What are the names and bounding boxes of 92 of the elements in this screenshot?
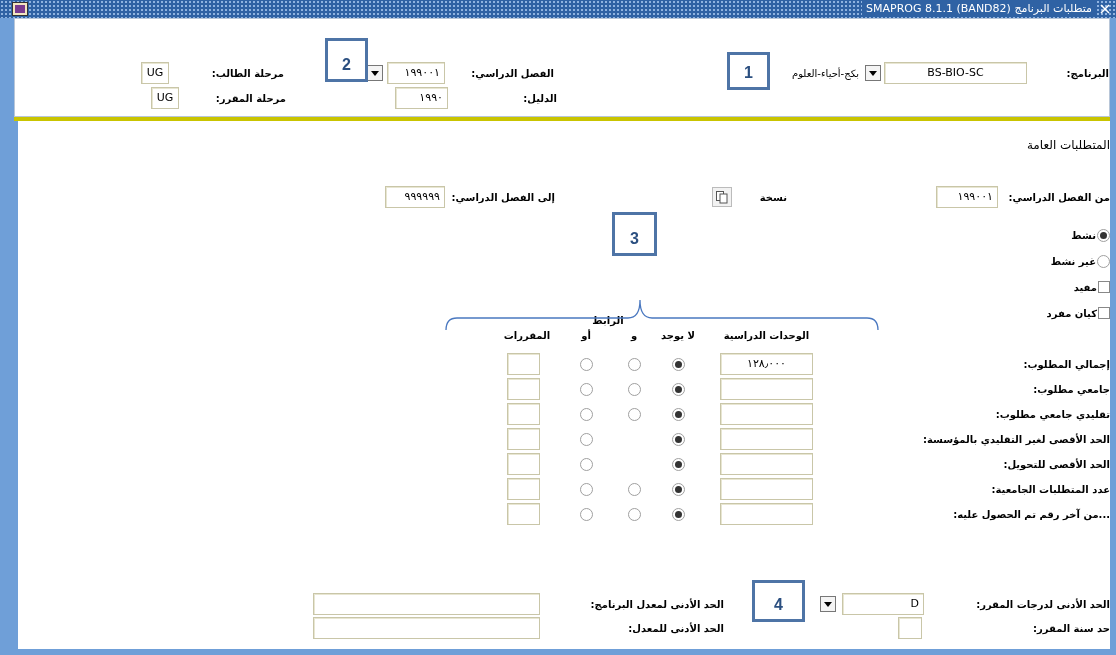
field-label: من الفصل الدراسي: xyxy=(1008,191,1110,203)
field-label: الحد الأدنى للمعدل: xyxy=(628,622,724,634)
radio-button[interactable] xyxy=(579,507,593,521)
field-label: حد سنة المقرر: xyxy=(1033,622,1110,634)
field-label: إجمالي المطلوب: xyxy=(1023,358,1110,370)
callout-marker: 3 xyxy=(612,212,657,256)
level-field[interactable]: UG xyxy=(141,62,169,84)
radio-button[interactable] xyxy=(579,482,593,496)
courses-field[interactable] xyxy=(507,378,540,400)
term-field[interactable]: ١٩٩٠٠١ xyxy=(387,62,445,84)
radio-button[interactable] xyxy=(579,457,593,471)
units-field[interactable]: ١٢٨٫٠٠٠ xyxy=(720,353,813,375)
callout-marker: 1 xyxy=(727,52,770,90)
radio-button[interactable] xyxy=(671,432,685,446)
group-header: الرابط xyxy=(592,314,624,328)
column-header: أو xyxy=(581,330,591,341)
courses-field[interactable] xyxy=(507,428,540,450)
field-label: الحد الأدنى لدرجات المقرر: xyxy=(976,598,1110,610)
catalog-field[interactable]: ١٩٩٠ xyxy=(395,87,448,109)
field-label: الدليل: xyxy=(523,92,557,104)
copy-button[interactable] xyxy=(712,187,732,207)
radio-button[interactable] xyxy=(627,407,641,421)
radio-button[interactable] xyxy=(671,457,685,471)
field-label: نسخة xyxy=(759,191,787,203)
courses-field[interactable] xyxy=(507,478,540,500)
checkbox[interactable] xyxy=(1098,307,1110,319)
level-field[interactable]: UG xyxy=(151,87,179,109)
field-label: الحد الأقصى لغير التقليدي بالمؤسسة: xyxy=(922,433,1110,445)
units-field[interactable] xyxy=(720,378,813,400)
units-field[interactable] xyxy=(720,453,813,475)
radio-button[interactable] xyxy=(627,357,641,371)
caret-icon xyxy=(869,70,877,76)
callout-marker: 2 xyxy=(325,38,368,82)
program-field[interactable]: BS-BIO-SC xyxy=(884,62,1027,84)
field-label: الفصل الدراسي: xyxy=(471,67,554,79)
radio-button[interactable] xyxy=(579,382,593,396)
units-field[interactable] xyxy=(720,503,813,525)
radio-button[interactable] xyxy=(671,382,685,396)
app-icon xyxy=(12,2,28,16)
column-header: المقررات xyxy=(503,330,551,341)
units-field[interactable] xyxy=(720,478,813,500)
field-label: البرنامج: xyxy=(1066,67,1109,79)
radio-button[interactable] xyxy=(671,407,685,421)
section-title: المتطلبات العامة xyxy=(1026,138,1110,152)
radio-button[interactable] xyxy=(671,357,685,371)
courses-field[interactable] xyxy=(507,403,540,425)
radio-button[interactable] xyxy=(579,357,593,371)
program-description: بكج-أحياء-العلوم xyxy=(790,66,859,81)
field-label: جامعي مطلوب: xyxy=(1033,383,1110,395)
column-header: و xyxy=(630,330,638,341)
checkbox-label: كيان مفرد xyxy=(1046,306,1097,321)
callout-marker: 4 xyxy=(752,580,805,622)
radio-button[interactable] xyxy=(671,482,685,496)
dropdown-button[interactable] xyxy=(865,65,881,81)
from-term-field[interactable]: ١٩٩٠٠١ xyxy=(936,186,998,208)
field-label: الحد الأدنى لمعدل البرنامج: xyxy=(590,598,724,610)
checkbox-label: مفيد xyxy=(1073,280,1097,295)
radio-button[interactable] xyxy=(671,507,685,521)
radio-button[interactable] xyxy=(579,407,593,421)
courses-field[interactable] xyxy=(507,353,540,375)
radio-button[interactable] xyxy=(627,382,641,396)
field-label: ...من آخر رقم تم الحصول عليه: xyxy=(953,508,1110,520)
field-label: إلى الفصل الدراسي: xyxy=(451,191,555,203)
year-field[interactable] xyxy=(898,617,922,639)
field-label: عدد المتطلبات الجامعية: xyxy=(991,483,1110,495)
dropdown-button[interactable] xyxy=(820,596,836,612)
radio-label: نشط xyxy=(1071,228,1096,243)
column-header: لا يوجد xyxy=(661,330,695,341)
courses-field[interactable] xyxy=(507,453,540,475)
field-label: تقليدي جامعي مطلوب: xyxy=(995,408,1110,420)
radio-button[interactable] xyxy=(1097,254,1110,268)
field-label: مرحلة المقرر: xyxy=(215,92,286,104)
column-header: الوحدات الدراسية xyxy=(723,330,810,341)
gpa-field[interactable] xyxy=(313,617,540,639)
caret-icon xyxy=(824,601,832,607)
courses-field[interactable] xyxy=(507,503,540,525)
units-field[interactable] xyxy=(720,403,813,425)
checkbox[interactable] xyxy=(1098,281,1110,293)
field-label: الحد الأقصى للتحويل: xyxy=(1003,458,1110,470)
caret-icon xyxy=(371,70,379,76)
to-term-field[interactable]: ٩٩٩٩٩٩ xyxy=(385,186,445,208)
radio-button[interactable] xyxy=(1097,228,1110,242)
radio-label: غير نشط xyxy=(1050,254,1096,269)
grade-field[interactable]: D xyxy=(842,593,924,615)
radio-button[interactable] xyxy=(627,507,641,521)
close-icon[interactable] xyxy=(1100,4,1110,14)
units-field[interactable] xyxy=(720,428,813,450)
radio-button[interactable] xyxy=(579,432,593,446)
copy-icon xyxy=(716,190,728,204)
field-label: مرحلة الطالب: xyxy=(211,67,284,79)
gpa-field[interactable] xyxy=(313,593,540,615)
radio-button[interactable] xyxy=(627,482,641,496)
